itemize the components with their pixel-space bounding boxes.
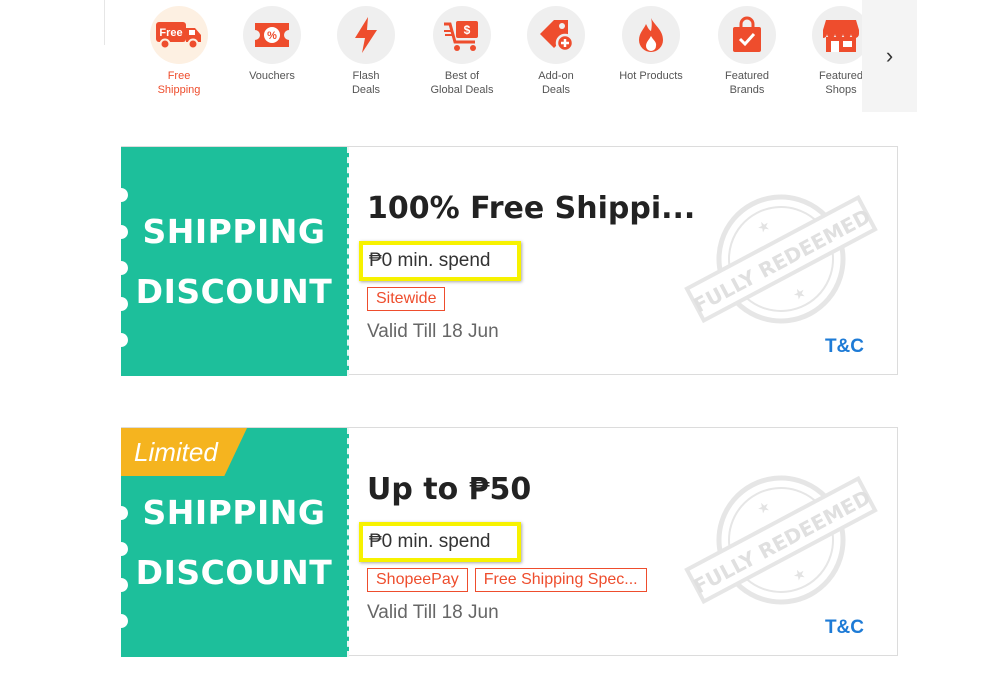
category-hot-products[interactable]: Hot Products [604,6,698,83]
category-flash-deals[interactable]: Flash Deals [319,6,413,97]
category-nav: Free Free Shipping % Vouchers Flash Deal… [104,0,917,112]
voucher-title: Up to ₱50 [367,472,532,507]
perforation-hole [114,261,128,275]
add-on-tag-icon [527,6,585,64]
svg-text:★: ★ [790,283,809,303]
perforation-hole [114,297,128,311]
voucher-type-line2: DISCOUNT [135,552,333,592]
hot-flame-icon [622,6,680,64]
voucher-card[interactable]: SHIPPING DISCOUNT Limited Up to ₱50 ₱0 m… [114,427,898,657]
voucher-validity: Valid Till 18 Jun [367,321,499,342]
category-label: Hot Products [619,70,683,82]
featured-brands-bag-icon [718,6,776,64]
fully-redeemed-stamp-icon: FULLY REDEEMED ★ ★ [684,475,878,605]
perforation-hole [114,333,128,347]
category-add-on-deals[interactable]: Add-on Deals [509,6,603,97]
terms-link[interactable]: T&C [825,336,864,358]
category-label: Free Shipping [157,70,201,96]
voucher-tag: Free Shipping Spec... [474,568,647,592]
chevron-right-icon: › [885,43,894,68]
min-spend-highlight: ₱0 min. spend [359,522,521,562]
fully-redeemed-stamp-icon: FULLY REDEEMED ★ ★ [684,194,878,324]
free-shipping-truck-icon: Free [150,6,208,64]
nav-next-button[interactable]: › [862,0,917,112]
category-label: Vouchers [249,70,295,82]
voucher-tag: Sitewide [367,287,446,311]
svg-text:%: % [267,30,277,42]
svg-text:$: $ [464,23,471,37]
svg-text:Free: Free [159,27,182,39]
svg-text:★: ★ [754,497,773,517]
perforation-hole [114,542,128,556]
perforation-hole [114,188,128,202]
category-label: Flash Deals [351,70,381,96]
voucher-type-line1: SHIPPING [142,492,326,532]
terms-link[interactable]: T&C [825,617,864,639]
min-spend-highlight: ₱0 min. spend [359,241,521,281]
voucher-left-panel: SHIPPING DISCOUNT [121,147,349,376]
flash-bolt-icon [337,6,395,64]
perforation-hole [114,578,128,592]
voucher-tags: Sitewide [367,287,446,311]
voucher-tags: ShopeePay Free Shipping Spec... [367,568,647,592]
voucher-validity: Valid Till 18 Jun [367,602,499,623]
svg-text:★: ★ [754,216,773,236]
category-featured-brands[interactable]: Featured Brands [700,6,794,97]
global-deals-cart-icon: $ [433,6,491,64]
category-global-deals[interactable]: $ Best of Global Deals [415,6,509,97]
category-free-shipping[interactable]: Free Free Shipping [132,6,226,97]
perforation-hole [114,614,128,628]
category-label: Add-on Deals [538,70,574,96]
voucher-type-line1: SHIPPING [142,211,326,251]
nav-divider [104,0,105,45]
voucher-type-line2: DISCOUNT [135,271,333,311]
voucher-percent-icon: % [243,6,301,64]
perforation-hole [114,506,128,520]
category-label: Best of Global Deals [430,70,494,96]
voucher-card[interactable]: SHIPPING DISCOUNT 100% Free Shippi... ₱0… [114,146,898,376]
voucher-tag: ShopeePay [367,568,468,592]
perforation-hole [114,225,128,239]
svg-text:★: ★ [790,564,809,584]
voucher-title: 100% Free Shippi... [367,191,696,226]
category-vouchers[interactable]: % Vouchers [225,6,319,83]
category-label: Featured Brands [724,70,770,96]
